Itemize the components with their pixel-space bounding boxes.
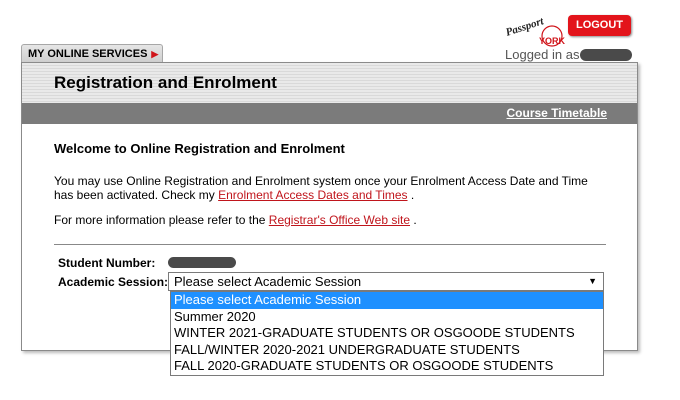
arrow-right-icon: ▶ xyxy=(151,49,159,59)
passport-york-logo: Passport YORK xyxy=(505,14,567,50)
redacted-student-number xyxy=(168,257,236,268)
enrolment-info-text: You may use Online Registration and Enro… xyxy=(54,174,606,202)
logged-in-status: Logged in as xyxy=(505,47,633,62)
session-option[interactable]: FALL/WINTER 2020-2021 UNDERGRADUATE STUD… xyxy=(171,342,603,359)
course-timetable-link[interactable]: Course Timetable xyxy=(507,106,607,120)
academic-session-dropdown: Please select Academic Session Summer 20… xyxy=(170,291,604,376)
para2-text: For more information please refer to the xyxy=(54,213,266,227)
session-option[interactable]: Please select Academic Session xyxy=(171,292,603,309)
chevron-down-icon: ▼ xyxy=(588,276,597,286)
welcome-section: Welcome to Online Registration and Enrol… xyxy=(54,141,606,238)
enrolment-access-dates-link[interactable]: Enrolment Access Dates and Times xyxy=(218,188,407,202)
session-option[interactable]: FALL 2020-GRADUATE STUDENTS OR OSGOODE S… xyxy=(171,358,603,375)
logo-bottom-text: YORK xyxy=(539,36,566,46)
student-number-label: Student Number: xyxy=(58,256,156,270)
redacted-username xyxy=(580,48,633,61)
my-online-services-tab[interactable]: MY ONLINE SERVICES ▶ xyxy=(21,44,163,62)
session-selected-value: Please select Academic Session xyxy=(174,274,362,289)
academic-session-label: Academic Session: xyxy=(58,275,169,289)
session-option[interactable]: Summer 2020 xyxy=(171,309,603,326)
para1-end: . xyxy=(410,188,415,202)
logged-in-label: Logged in as xyxy=(505,47,580,62)
page-title: Registration and Enrolment xyxy=(22,63,637,103)
logout-button[interactable]: LOGOUT xyxy=(568,15,631,36)
services-tab-label: MY ONLINE SERVICES xyxy=(28,48,148,60)
welcome-heading: Welcome to Online Registration and Enrol… xyxy=(54,141,345,156)
academic-session-select[interactable]: Please select Academic Session ▼ xyxy=(168,272,604,291)
registrar-office-link[interactable]: Registrar's Office Web site xyxy=(269,213,410,227)
para2-end: . xyxy=(413,213,417,227)
panel-toolbar: Course Timetable xyxy=(22,103,637,124)
divider xyxy=(54,244,606,245)
registrar-info-text: For more information please refer to the… xyxy=(54,213,606,227)
session-option[interactable]: WINTER 2021-GRADUATE STUDENTS OR OSGOODE… xyxy=(171,325,603,342)
